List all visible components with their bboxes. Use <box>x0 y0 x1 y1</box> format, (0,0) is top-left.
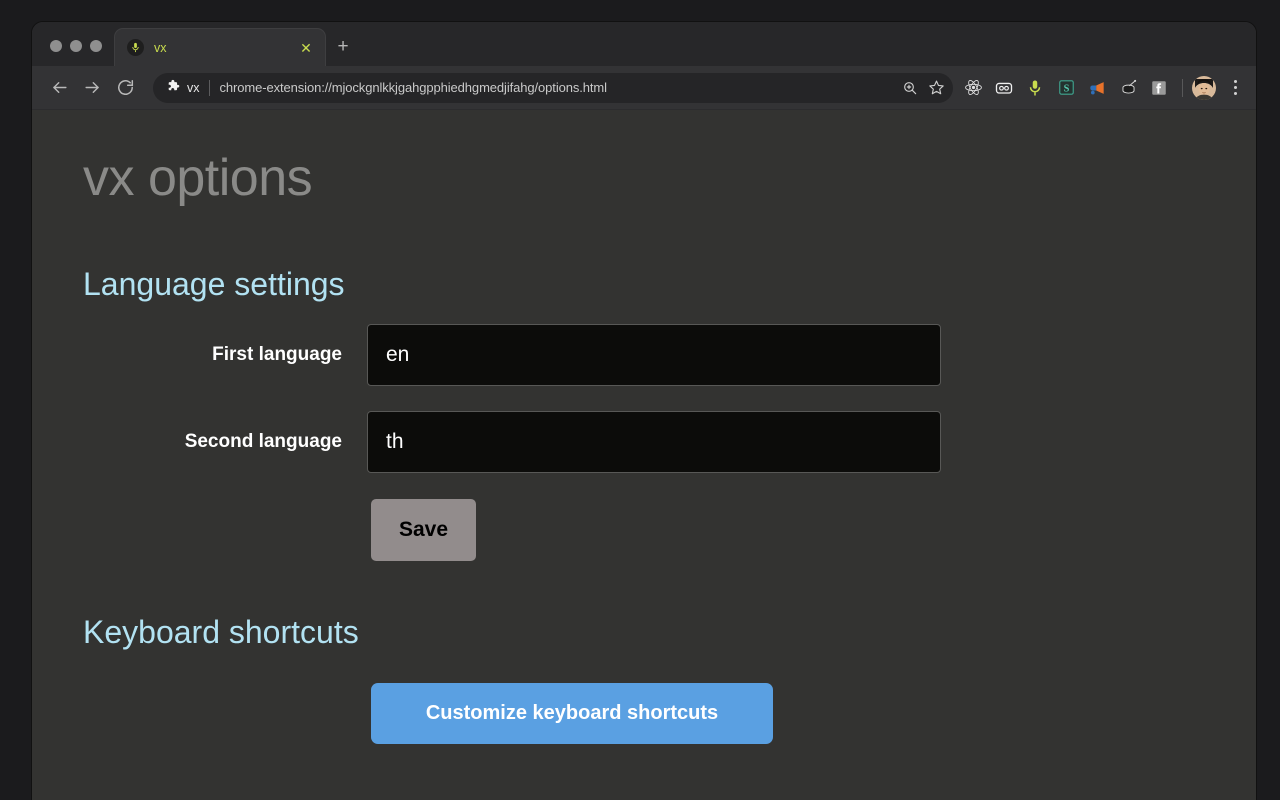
save-button[interactable]: Save <box>371 499 476 561</box>
back-arrow-icon[interactable] <box>44 73 74 103</box>
megaphone-icon[interactable] <box>1083 74 1111 102</box>
loom-goggles-icon[interactable] <box>990 74 1018 102</box>
extension-chip[interactable]: vx <box>165 78 200 98</box>
maximize-window-button[interactable] <box>90 40 102 52</box>
three-dot-menu-icon[interactable] <box>1222 74 1248 102</box>
page-title: vx options <box>83 149 313 207</box>
field-row-first-language: First language <box>83 324 965 386</box>
puzzle-piece-icon <box>165 78 180 98</box>
menu-dot <box>1233 80 1237 83</box>
extension-options-page: vx options Language settings First langu… <box>32 110 1256 800</box>
second-language-input[interactable] <box>367 411 941 473</box>
url-text: chrome-extension://mjockgnlkkjgahgpphied… <box>219 80 608 95</box>
customize-keyboard-shortcuts-button[interactable]: Customize keyboard shortcuts <box>371 683 773 744</box>
first-language-input[interactable] <box>367 324 941 386</box>
microphone-icon <box>127 39 144 56</box>
close-icon[interactable]: ✕ <box>297 39 315 57</box>
toolbar-divider <box>1182 78 1183 97</box>
first-language-label: First language <box>212 344 342 365</box>
scribe-s-icon[interactable]: S <box>1052 74 1080 102</box>
section-heading-language-settings: Language settings <box>83 266 345 302</box>
react-atom-icon[interactable] <box>959 74 987 102</box>
menu-dot <box>1233 86 1237 89</box>
star-icon[interactable] <box>923 75 949 101</box>
address-bar[interactable]: vx chrome-extension://mjockgnlkkjgahgpph… <box>153 72 953 103</box>
extension-chip-label: vx <box>187 80 200 95</box>
tab-strip: vx ✕ + <box>32 22 1256 66</box>
extension-icons-group: S <box>959 74 1173 102</box>
tab-title: vx <box>154 40 167 55</box>
microphone-icon[interactable] <box>1021 74 1049 102</box>
minimize-window-button[interactable] <box>70 40 82 52</box>
reload-icon[interactable] <box>110 73 140 103</box>
avatar[interactable] <box>1192 75 1216 100</box>
browser-tab-vx[interactable]: vx ✕ <box>114 28 326 66</box>
second-language-label: Second language <box>184 431 342 452</box>
section-heading-keyboard-shortcuts: Keyboard shortcuts <box>83 614 359 650</box>
omnibox-divider <box>208 79 210 96</box>
forward-arrow-icon[interactable] <box>77 73 107 103</box>
menu-dot <box>1233 92 1237 95</box>
facebook-icon[interactable] <box>1145 74 1173 102</box>
close-window-button[interactable] <box>50 40 62 52</box>
field-row-second-language: Second language <box>83 411 965 473</box>
drum-icon[interactable] <box>1114 74 1142 102</box>
new-tab-button[interactable]: + <box>326 28 360 66</box>
browser-window: vx ✕ + vx chrome-extension://mjockgnlkkj… <box>32 22 1256 800</box>
svg-text:S: S <box>1063 83 1069 94</box>
browser-toolbar: vx chrome-extension://mjockgnlkkjgahgpph… <box>32 66 1256 110</box>
window-traffic-lights <box>32 40 114 66</box>
zoom-magnifier-icon[interactable] <box>897 75 923 101</box>
